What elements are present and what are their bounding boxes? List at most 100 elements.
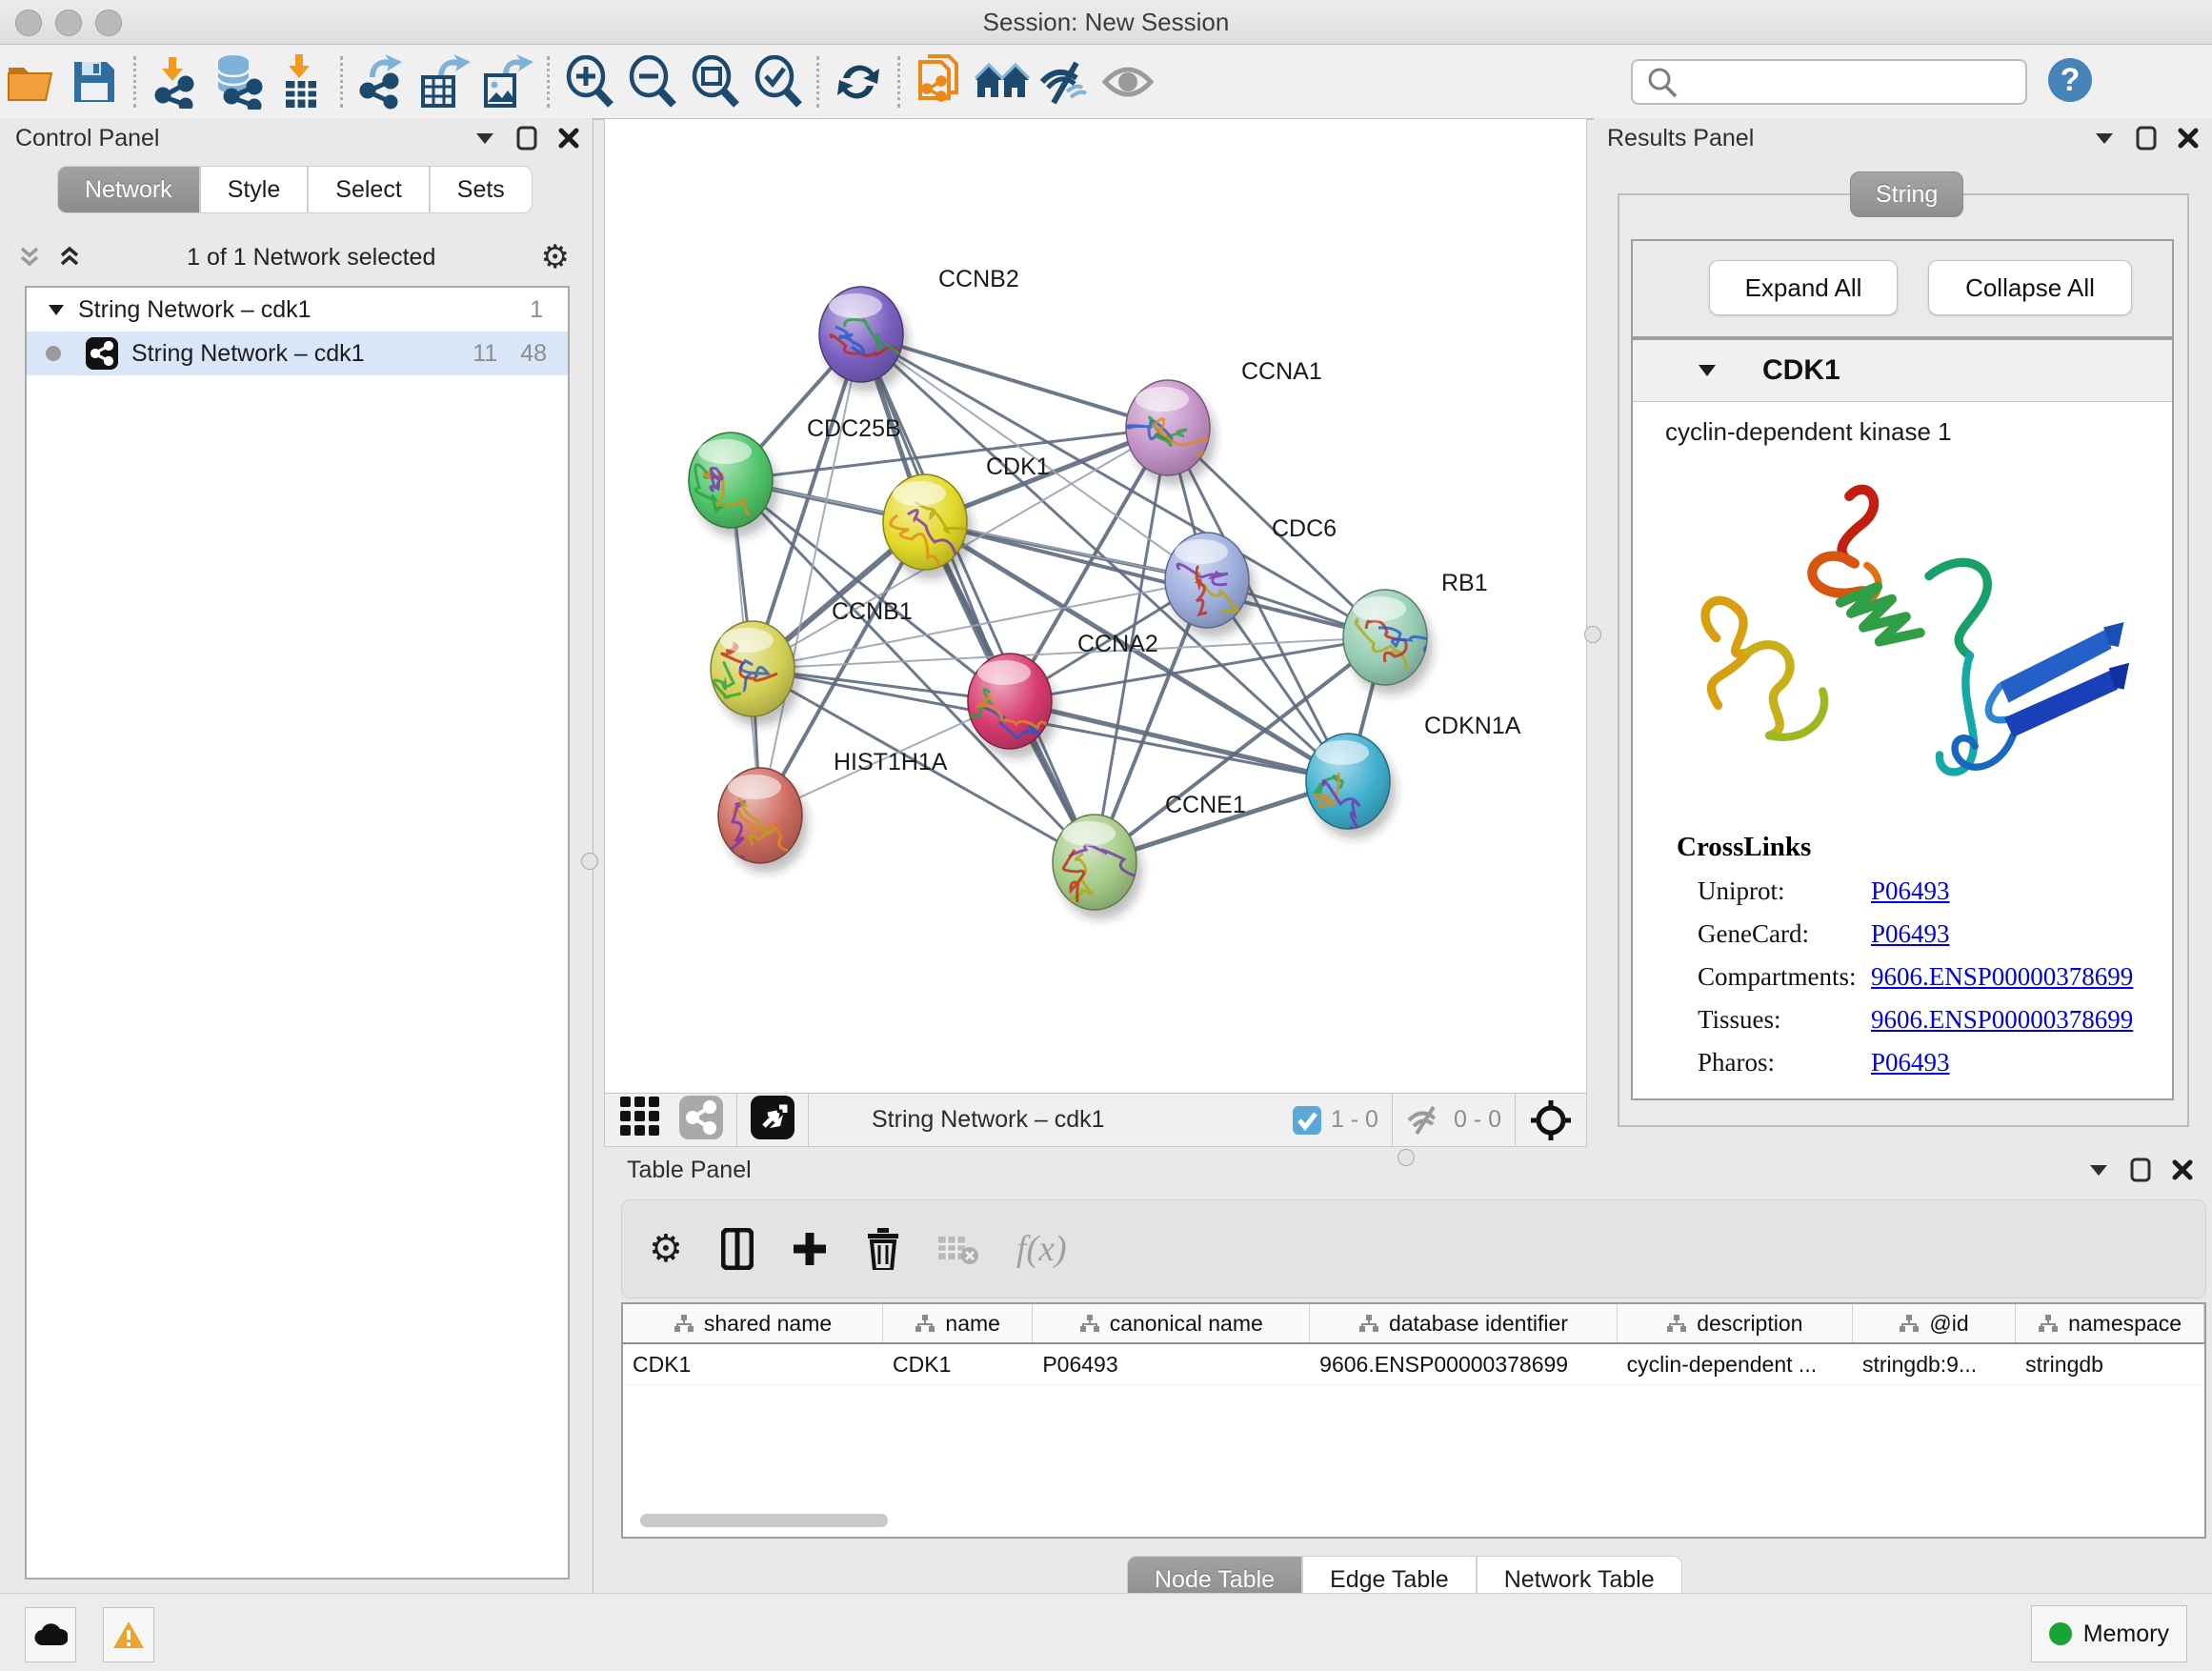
column-type-icon bbox=[1358, 1314, 1379, 1333]
zoom-out-button[interactable] bbox=[620, 51, 683, 112]
search-input[interactable] bbox=[1682, 64, 2025, 100]
tab-string-results[interactable]: String bbox=[1850, 171, 1963, 217]
collapse-panel-icon[interactable] bbox=[2094, 131, 2115, 145]
expand-all-button[interactable]: Expand All bbox=[1709, 260, 1898, 315]
table-row[interactable]: CDK1CDK1P064939606.ENSP00000378699cyclin… bbox=[623, 1344, 2204, 1385]
delete-column-trash-icon[interactable] bbox=[866, 1228, 900, 1270]
table-settings-gear-icon[interactable]: ⚙ bbox=[649, 1227, 683, 1271]
collapse-panel-icon[interactable] bbox=[474, 131, 495, 145]
column-type-icon bbox=[1899, 1314, 1920, 1333]
save-session-button[interactable] bbox=[63, 51, 126, 112]
fit-selected-crosshair-icon[interactable] bbox=[1529, 1098, 1573, 1142]
string-home-button[interactable] bbox=[971, 51, 1034, 112]
node-CCNA1[interactable]: CCNA1 bbox=[1126, 358, 1322, 485]
node-CCNE1[interactable]: CCNE1 bbox=[1053, 792, 1246, 919]
column-header-canonical-name[interactable]: canonical name bbox=[1033, 1304, 1310, 1342]
collapse-panel-icon[interactable] bbox=[2088, 1163, 2109, 1177]
cell-shared-name[interactable]: CDK1 bbox=[623, 1344, 883, 1384]
zoom-in-button[interactable] bbox=[557, 51, 620, 112]
import-table-file-button[interactable] bbox=[270, 51, 332, 112]
float-panel-icon[interactable] bbox=[516, 126, 537, 151]
hide-glasses-button[interactable] bbox=[1034, 51, 1096, 112]
cell--id[interactable]: stringdb:9... bbox=[1853, 1344, 2016, 1384]
network-options-gear-icon[interactable]: ⚙ bbox=[541, 238, 570, 276]
node-label-RB1: RB1 bbox=[1441, 570, 1488, 596]
node-CDKN1A[interactable]: CDKN1A bbox=[1306, 713, 1521, 838]
edge-HIST1H1A-CCNB2[interactable] bbox=[760, 334, 861, 815]
zoom-selected-button[interactable] bbox=[746, 51, 809, 112]
column-header-shared-name[interactable]: shared name bbox=[623, 1304, 883, 1342]
warnings-button[interactable] bbox=[103, 1607, 154, 1662]
column-header--id[interactable]: @id bbox=[1853, 1304, 2016, 1342]
edge-CCNA2-CDKN1A[interactable] bbox=[1010, 701, 1348, 781]
node-RB1[interactable]: RB1 bbox=[1343, 570, 1488, 695]
float-panel-icon[interactable] bbox=[2136, 126, 2157, 151]
network-collection-row[interactable]: String Network – cdk1 1 bbox=[27, 288, 568, 332]
tab-style[interactable]: Style bbox=[200, 166, 309, 213]
hidden-eye-slash-icon[interactable] bbox=[1406, 1105, 1444, 1136]
column-header-description[interactable]: description bbox=[1618, 1304, 1853, 1342]
collapse-all-chevron-icon[interactable] bbox=[57, 245, 82, 270]
crosslink-genecard-link[interactable]: P06493 bbox=[1871, 919, 1950, 949]
show-grid-button[interactable] bbox=[620, 1097, 662, 1143]
column-header-database-identifier[interactable]: database identifier bbox=[1310, 1304, 1618, 1342]
search-box[interactable] bbox=[1631, 59, 2027, 105]
expand-all-chevron-icon[interactable] bbox=[17, 245, 42, 270]
column-header-namespace[interactable]: namespace bbox=[2016, 1304, 2204, 1342]
column-header-name[interactable]: name bbox=[883, 1304, 1033, 1342]
network-canvas[interactable]: CCNB2CCNA1CDC25BCDK1CDC6RB1CCNB1CCNA2CDK… bbox=[604, 118, 1587, 1094]
column-header-label: canonical name bbox=[1110, 1311, 1263, 1337]
vertical-splitter-grip[interactable] bbox=[581, 853, 598, 870]
show-columns-icon[interactable] bbox=[721, 1228, 754, 1270]
cell-database-identifier[interactable]: 9606.ENSP00000378699 bbox=[1310, 1344, 1617, 1384]
help-button[interactable]: ? bbox=[2048, 58, 2092, 102]
column-header-label: namespace bbox=[2068, 1311, 2182, 1337]
network-row-selected[interactable]: String Network – cdk1 11 48 bbox=[27, 332, 568, 375]
crosslink-tissues-link[interactable]: 9606.ENSP00000378699 bbox=[1871, 1005, 2133, 1035]
crosslink-uniprot-link[interactable]: P06493 bbox=[1871, 876, 1950, 906]
network-overview-toggle-button[interactable] bbox=[679, 1096, 723, 1144]
string-network-graph[interactable]: CCNB2CCNA1CDC25BCDK1CDC6RB1CCNB1CCNA2CDK… bbox=[605, 119, 1586, 1093]
node-CDC25B[interactable]: CDC25B bbox=[689, 415, 901, 537]
export-table-button[interactable] bbox=[413, 51, 476, 112]
gene-expander-icon[interactable] bbox=[1698, 364, 1717, 377]
cell-namespace[interactable]: stringdb bbox=[2016, 1344, 2204, 1384]
add-column-icon[interactable] bbox=[792, 1231, 828, 1267]
tab-network[interactable]: Network bbox=[57, 166, 200, 213]
tree-expander-icon[interactable] bbox=[48, 304, 65, 316]
birdseye-arrow-icon bbox=[751, 1096, 794, 1139]
tab-sets[interactable]: Sets bbox=[430, 166, 533, 213]
export-network-button[interactable] bbox=[351, 51, 413, 112]
cell-name[interactable]: CDK1 bbox=[883, 1344, 1033, 1384]
horizontal-scrollbar-thumb[interactable] bbox=[640, 1514, 888, 1527]
cell-description[interactable]: cyclin-dependent ... bbox=[1618, 1344, 1853, 1384]
refresh-layout-button[interactable] bbox=[827, 51, 890, 112]
selected-checkbox-icon[interactable] bbox=[1293, 1106, 1321, 1135]
cell-canonical-name[interactable]: P06493 bbox=[1033, 1344, 1310, 1384]
memory-button[interactable]: Memory bbox=[2031, 1605, 2187, 1662]
column-type-icon bbox=[1079, 1314, 1100, 1333]
open-session-button[interactable] bbox=[0, 51, 63, 112]
close-panel-icon[interactable] bbox=[558, 128, 579, 149]
crosslink-compartments-link[interactable]: 9606.ENSP00000378699 bbox=[1871, 962, 2133, 992]
clone-network-button[interactable] bbox=[908, 51, 971, 112]
import-network-file-button[interactable] bbox=[144, 51, 207, 112]
close-panel-icon[interactable] bbox=[2178, 128, 2199, 149]
horizontal-splitter-grip[interactable] bbox=[1398, 1149, 1415, 1166]
export-image-button[interactable] bbox=[476, 51, 539, 112]
gene-card-header[interactable]: CDK1 bbox=[1633, 340, 2172, 402]
close-panel-icon[interactable] bbox=[2172, 1159, 2193, 1180]
cloud-status-button[interactable] bbox=[25, 1607, 76, 1662]
collapse-all-button[interactable]: Collapse All bbox=[1928, 260, 2132, 315]
show-eye-button[interactable] bbox=[1096, 51, 1159, 112]
results-panel: Results Panel String Expand All Collapse… bbox=[1594, 118, 2212, 1150]
birdseye-view-button[interactable] bbox=[751, 1096, 794, 1144]
crosslink-pharos-link[interactable]: P06493 bbox=[1871, 1048, 1950, 1077]
vertical-splitter-grip[interactable] bbox=[1584, 626, 1601, 643]
houses-icon bbox=[975, 65, 1029, 97]
import-network-database-button[interactable] bbox=[207, 51, 270, 112]
float-panel-icon[interactable] bbox=[2130, 1158, 2151, 1182]
tab-select[interactable]: Select bbox=[308, 166, 429, 213]
zoom-fit-button[interactable] bbox=[683, 51, 746, 112]
node-HIST1H1A[interactable]: HIST1H1A bbox=[718, 749, 948, 873]
